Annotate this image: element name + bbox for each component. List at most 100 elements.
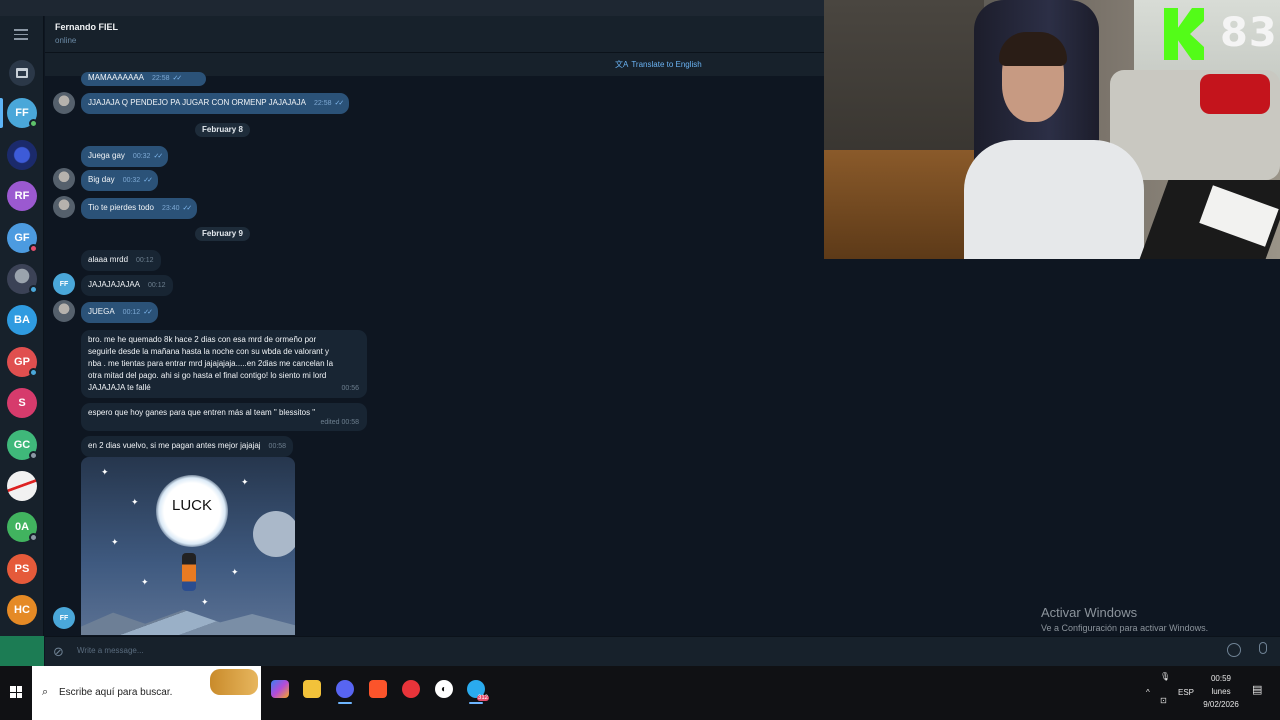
windows-start-icon[interactable] (10, 686, 22, 698)
red-pillow (1200, 74, 1270, 114)
discord-icon[interactable] (336, 680, 354, 704)
message-bubble[interactable]: espero que hoy ganes para que entren más… (81, 403, 367, 431)
chat-avatar-ff[interactable]: FF (7, 98, 38, 128)
microphone-icon[interactable] (1259, 642, 1267, 654)
star-icon: ✦ (131, 497, 139, 507)
star-icon: ✦ (241, 477, 249, 487)
obs-icon[interactable]: ◐ (435, 680, 453, 698)
message-text: JUEGA (88, 307, 115, 316)
avatar-initials: S (18, 397, 26, 409)
clock[interactable]: 00:59 lunes 9/02/2026 (1200, 672, 1242, 711)
message-bubble[interactable]: bro. me he quemado 8k hace 2 dias con es… (81, 330, 367, 398)
luck-sticker[interactable]: ✦ ✦ ✦ ✦ ✦ ✦ ✦ LUCK (81, 457, 295, 635)
message-time: 00:58 (268, 443, 287, 450)
star-icon: ✦ (141, 577, 149, 587)
message-bubble[interactable]: MAMAAAAAAA 22:58 ✓✓ (81, 72, 206, 86)
message-time: 23:40 (161, 205, 180, 212)
contact-avatar[interactable]: FF (53, 273, 75, 295)
message-text: MAMAAAAAAA (88, 73, 145, 82)
windows-taskbar: ⌕ Escribe aquí para buscar. ◐ 312 ^ 🎙 ⊡ … (0, 666, 1280, 720)
message-bubble[interactable]: Juega gay 00:32 ✓✓ (81, 146, 169, 167)
emoji-icon[interactable] (1227, 643, 1241, 657)
star-icon: ✦ (111, 537, 119, 547)
message-text-line: nba . me tientas para entrar mrd jajajaj… (88, 359, 334, 368)
message-bubble[interactable]: Big day 00:32 ✓✓ (81, 170, 158, 191)
sticker-text: LUCK (171, 497, 212, 514)
message-text: Tio te pierdes todo (88, 203, 154, 212)
message-time: 22:58 (313, 100, 332, 107)
kick-logo-icon (1164, 8, 1204, 60)
user-avatar[interactable] (53, 92, 75, 114)
support-icon[interactable] (0, 636, 44, 668)
unread-dot-icon (29, 368, 38, 377)
message-text-line: seguirle desde la mañana hasta la noche … (88, 347, 330, 356)
network-tray-icon[interactable]: ⊡ (1160, 694, 1167, 707)
selected-chat-indicator (0, 98, 3, 128)
read-check-icon: ✓✓ (334, 100, 345, 107)
activation-watermark: Activar Windows Ve a Configuración para … (1041, 605, 1208, 633)
avatar-initials: BA (14, 314, 30, 326)
message-input[interactable]: Write a message... (77, 646, 144, 655)
chat-avatar-gc[interactable]: GC (7, 430, 38, 460)
message-time: 00:12 (148, 282, 166, 289)
notification-center-icon[interactable]: ▤ (1252, 684, 1262, 697)
chat-avatar-image[interactable] (7, 471, 37, 501)
copilot-icon[interactable] (271, 680, 289, 698)
viewer-count: 83 (1220, 10, 1278, 56)
user-avatar[interactable] (53, 300, 75, 322)
translate-label: Translate to English (631, 60, 702, 69)
message-bubble[interactable]: alaaa mrdd 00:12 (81, 250, 161, 271)
message-time: edited 00:58 (320, 419, 359, 426)
avatar-initials: PS (14, 563, 30, 575)
message-text-line: otra mitad del pago. ahi si go hasta el … (88, 371, 327, 380)
person-hair (999, 32, 1067, 66)
tray-chevron-icon[interactable]: ^ (1146, 686, 1150, 699)
star-icon: ✦ (201, 597, 209, 607)
chat-avatar-ba[interactable]: BA (7, 305, 37, 335)
clock-day: lunes (1211, 687, 1231, 696)
microphone-tray-icon[interactable]: 🎙 (1160, 670, 1170, 683)
unread-badge (29, 285, 38, 294)
translate-button[interactable]: 文A Translate to English (615, 59, 702, 70)
user-avatar[interactable] (53, 196, 75, 218)
opera-icon[interactable] (402, 680, 420, 698)
chat-avatar-gf[interactable]: GF (7, 223, 38, 253)
contact-avatar[interactable]: FF (53, 607, 75, 629)
avatar-initials: GP (14, 356, 30, 368)
message-bubble[interactable]: en 2 dias vuelvo, si me pagan antes mejo… (81, 436, 294, 457)
person-body (964, 140, 1144, 259)
chat-avatar-rf[interactable]: RF (7, 181, 37, 211)
read-check-icon: ✓✓ (143, 177, 153, 184)
chat-avatar-hc[interactable]: HC (7, 595, 37, 625)
message-bubble[interactable]: JJAJAJA Q PENDEJO PA JUGAR CON ORMENP JA… (81, 93, 350, 114)
muted-badge-icon (29, 451, 38, 460)
chat-avatar-photo[interactable] (7, 264, 38, 294)
chat-title: Fernando FIEL (55, 22, 118, 32)
user-avatar[interactable] (53, 168, 75, 190)
chat-avatar-s[interactable]: S (7, 388, 37, 418)
message-bubble[interactable]: Tio te pierdes todo 23:40 ✓✓ (81, 198, 198, 219)
attach-icon[interactable]: ⊘ (53, 644, 64, 660)
message-text: alaaa mrdd (88, 255, 129, 264)
file-explorer-icon[interactable] (303, 680, 321, 698)
chat-avatar-channel[interactable] (7, 140, 37, 170)
taskbar-search[interactable]: ⌕ Escribe aquí para buscar. (32, 666, 261, 720)
search-placeholder: Escribe aquí para buscar. (59, 687, 173, 698)
chat-avatar-gp[interactable]: GP (7, 347, 38, 377)
language-indicator[interactable]: ESP (1178, 686, 1194, 699)
chat-avatar-0a[interactable]: 0A (7, 512, 38, 542)
date-separator: February 9 (195, 227, 250, 241)
telegram-icon[interactable]: 312 (467, 680, 489, 704)
read-check-icon: ✓✓ (182, 205, 193, 212)
star-icon: ✦ (231, 567, 239, 577)
chat-avatar-ps[interactable]: PS (7, 554, 37, 584)
screen: FF RF GF BA GP S GC 0A PS HC Fernando FI… (0, 0, 1280, 720)
brave-icon[interactable] (369, 680, 387, 698)
chat-header[interactable]: Fernando FIEL online (45, 16, 824, 52)
message-bubble[interactable]: JAJAJAJAJAA 00:12 (81, 275, 173, 296)
watermark-title: Activar Windows (1041, 605, 1138, 620)
read-check-icon: ✓✓ (153, 153, 163, 160)
archive-icon[interactable] (9, 60, 35, 86)
hamburger-menu-icon[interactable] (14, 29, 28, 43)
message-bubble[interactable]: JUEGA 00:12 ✓✓ (81, 302, 158, 323)
